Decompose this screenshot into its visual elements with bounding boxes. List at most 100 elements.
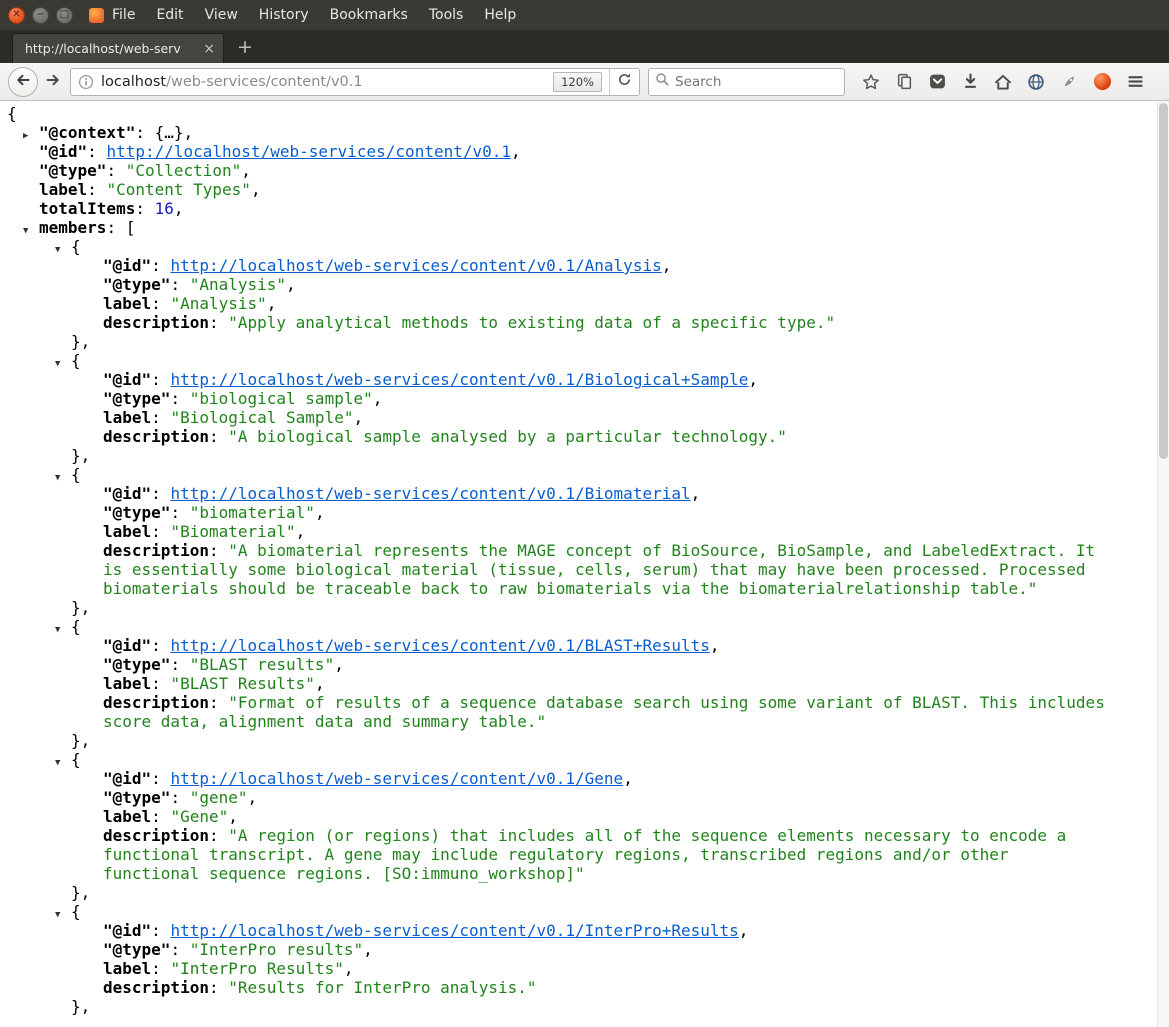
member-close-line: }, (0, 997, 1169, 1016)
colon: : (170, 389, 190, 408)
forward-button[interactable] (40, 69, 66, 95)
json-link[interactable]: http://localhost/web-services/content/v0… (170, 256, 661, 275)
red-ball-glyph (1093, 73, 1111, 90)
colon: : (151, 636, 171, 655)
reload-icon (617, 72, 632, 91)
clipboard-icon[interactable] (893, 71, 915, 93)
menu-history[interactable]: History (259, 7, 309, 23)
colon: : (208, 313, 229, 332)
menu-bookmarks[interactable]: Bookmarks (330, 7, 408, 23)
menu-file[interactable]: File (112, 7, 135, 23)
close-brace: }, (71, 598, 91, 617)
open-brace: { (71, 750, 81, 769)
menu-tools[interactable]: Tools (429, 7, 464, 23)
menu-items: File Edit View History Bookmarks Tools H… (112, 7, 516, 23)
scrollbar-thumb[interactable] (1159, 103, 1168, 459)
search-icon (655, 72, 670, 91)
json-context-line: ▶ "@context": {…}, (0, 123, 1169, 142)
json-string-value: "biomaterial" (189, 503, 315, 522)
reload-button[interactable] (609, 68, 639, 95)
member-type-line: "@type": "biological sample", (0, 389, 1105, 408)
comma: , (247, 788, 258, 807)
zoom-indicator[interactable]: 120% (553, 71, 602, 92)
array-open-bracket: [ (125, 218, 136, 237)
url-text: localhost/web-services/content/v0.1 (101, 74, 553, 90)
json-string-value: "Apply analytical methods to existing da… (228, 313, 836, 332)
colon: : (151, 484, 171, 503)
search-input[interactable] (675, 73, 838, 90)
colon: : (208, 693, 229, 712)
member-description-line: description: "Results for InterPro analy… (0, 978, 1105, 997)
colon: : (151, 294, 171, 313)
back-button[interactable] (8, 66, 38, 97)
member-id-line: "@id": http://localhost/web-services/con… (0, 256, 1105, 275)
json-key: "@type" (103, 389, 171, 408)
json-key: description (103, 693, 209, 712)
colon: : (151, 256, 171, 275)
json-string-value: "Biomaterial" (170, 522, 296, 541)
member-open-line: ▼{ (0, 237, 1169, 256)
menu-view[interactable]: View (205, 7, 238, 23)
close-brace: }, (71, 883, 91, 902)
json-string-value: "Format of results of a sequence databas… (103, 693, 1115, 731)
comma: , (228, 807, 238, 826)
colon: : (106, 218, 126, 237)
globe-icon[interactable] (1025, 71, 1047, 93)
open-brace: { (71, 465, 81, 484)
window-minimize-button[interactable]: − (32, 6, 49, 24)
json-string-value: "A biological sample analysed by a parti… (228, 427, 787, 446)
colon: : (135, 123, 155, 142)
addon-rocket-icon[interactable] (1058, 71, 1080, 93)
new-tab-button[interactable]: + (224, 36, 268, 63)
browser-window: ✕ − □ File Edit View History Bookmarks T… (0, 0, 1169, 1027)
json-link[interactable]: http://localhost/web-services/content/v0… (170, 921, 738, 940)
json-key: "@id" (39, 142, 88, 161)
json-link[interactable]: http://localhost/web-services/content/v0… (170, 636, 709, 655)
content-scrollbar[interactable] (1157, 101, 1169, 1027)
member-close-line: }, (0, 731, 1169, 750)
browser-tab[interactable]: http://localhost/web-serv × (12, 33, 224, 63)
comma: , (363, 940, 373, 959)
search-box[interactable] (648, 67, 845, 96)
hamburger-menu-icon[interactable] (1124, 71, 1146, 93)
window-close-button[interactable]: ✕ (8, 6, 25, 24)
bookmark-star-icon[interactable] (860, 71, 882, 93)
comma: , (334, 655, 344, 674)
tab-close-icon[interactable]: × (203, 41, 215, 57)
json-key: description (103, 313, 209, 332)
json-key: description (103, 978, 209, 997)
member-label-line: label: "Biological Sample", (0, 408, 1105, 427)
member-type-line: "@type": "gene", (0, 788, 1105, 807)
page-info-icon[interactable] (78, 74, 94, 90)
json-link[interactable]: http://localhost/web-services/content/v0… (106, 142, 511, 161)
downloads-icon[interactable] (959, 71, 981, 93)
colon: : (151, 370, 171, 389)
member-open-line: ▼{ (0, 750, 1169, 769)
home-icon[interactable] (992, 71, 1014, 93)
member-open-line: ▼{ (0, 465, 1169, 484)
json-string-value: "Content Types" (106, 180, 251, 199)
json-key: description (103, 826, 209, 845)
member-close-line: }, (0, 332, 1169, 351)
addon-red-ball-icon[interactable] (1091, 71, 1113, 93)
window-maximize-button[interactable]: □ (56, 6, 73, 24)
menu-help[interactable]: Help (484, 7, 516, 23)
comma: , (241, 161, 251, 180)
json-string-value: "Collection" (125, 161, 242, 180)
json-string-value: "BLAST results" (189, 655, 335, 674)
menu-edit[interactable]: Edit (156, 7, 183, 23)
context-preview[interactable]: {…} (155, 123, 184, 142)
pocket-icon[interactable] (926, 71, 948, 93)
json-member: ▼{ "@id": http://localhost/web-services/… (0, 237, 1169, 351)
json-member: ▼{ "@id": http://localhost/web-services/… (0, 617, 1169, 750)
forward-arrow-icon (45, 72, 61, 92)
json-string-value: "Analysis" (189, 275, 287, 294)
json-string-value: "InterPro results" (189, 940, 364, 959)
json-link[interactable]: http://localhost/web-services/content/v0… (170, 484, 690, 503)
member-type-line: "@type": "InterPro results", (0, 940, 1105, 959)
colon: : (151, 522, 171, 541)
url-bar[interactable]: localhost/web-services/content/v0.1 120% (70, 67, 640, 96)
comma: , (314, 503, 325, 522)
json-link[interactable]: http://localhost/web-services/content/v0… (170, 769, 623, 788)
json-link[interactable]: http://localhost/web-services/content/v0… (170, 370, 748, 389)
